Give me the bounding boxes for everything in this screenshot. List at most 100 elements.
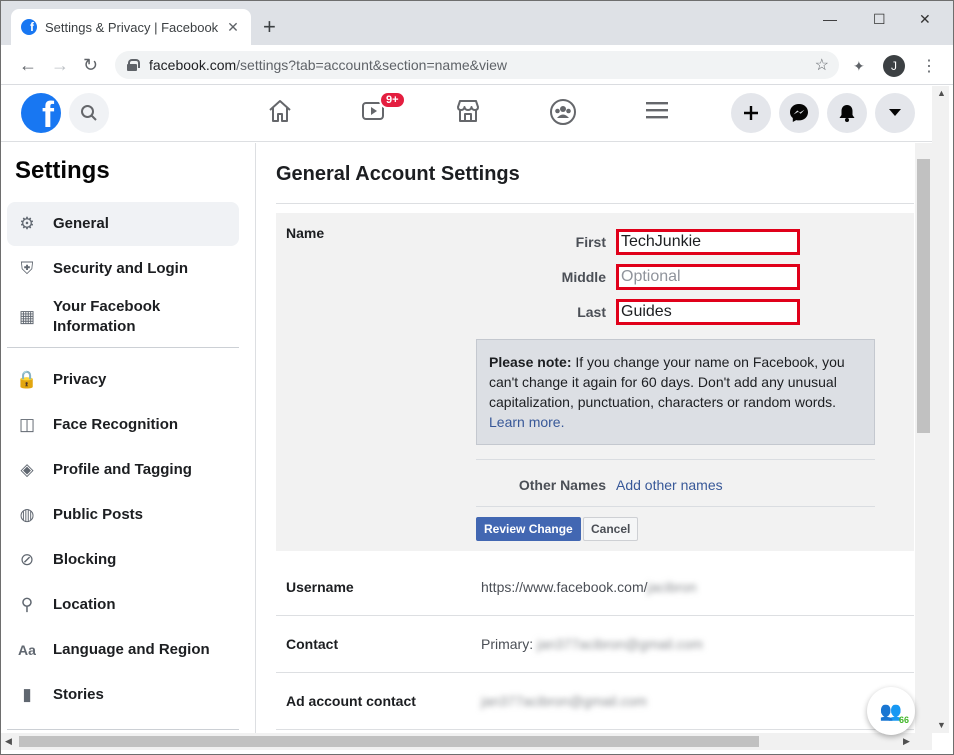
search-icon (81, 105, 97, 121)
settings-sidebar: Settings ⚙ General ⛨ Security and Login … (1, 143, 256, 733)
note-bold: Please note: (489, 354, 572, 370)
back-button[interactable]: ← (19, 55, 37, 75)
sidebar-item-stories[interactable]: ▮ Stories (7, 673, 239, 717)
sidebar-item-public-posts[interactable]: ◍ Public Posts (7, 493, 239, 537)
row-label: Ad account contact (286, 693, 416, 709)
blurred-username: jacibron (647, 579, 697, 595)
contacts-chat-button[interactable]: 👥 66 (867, 687, 915, 735)
sidebar-item-blocking[interactable]: ⊘ Blocking (7, 538, 239, 582)
caret-down-icon (889, 109, 901, 116)
globe-icon: ◍ (19, 505, 35, 524)
blurred-email: jan377acibron@gmail.com (481, 693, 647, 709)
tab-strip: f Settings & Privacy | Facebook ✕ + — ☐ … (1, 1, 953, 45)
extensions-icon[interactable]: ✦ (853, 58, 865, 75)
menu-icon[interactable] (645, 98, 669, 129)
create-button[interactable] (731, 93, 771, 133)
sidebar-item-label: Privacy (53, 371, 107, 388)
facebook-header: f 9+ (1, 86, 932, 142)
sidebar-divider (7, 347, 239, 348)
profile-avatar[interactable]: J (883, 55, 905, 77)
last-name-input[interactable]: Guides (616, 299, 800, 325)
account-button[interactable] (875, 93, 915, 133)
notifications-button[interactable] (827, 93, 867, 133)
row-value: jan377acibron@gmail.com (481, 693, 647, 709)
tab-title: Settings & Privacy | Facebook (45, 19, 219, 35)
middle-name-label: Middle (561, 269, 606, 285)
online-count: 66 (898, 715, 909, 725)
middle-name-input[interactable]: Optional (616, 264, 800, 290)
scrollbar-thumb[interactable] (19, 736, 759, 747)
section-divider (476, 459, 875, 460)
page-vertical-scrollbar[interactable]: ▲ ▼ (932, 86, 949, 733)
scroll-left-arrow-icon[interactable]: ◀ (5, 736, 12, 747)
sidebar-item-general[interactable]: ⚙ General (7, 202, 239, 246)
sidebar-item-label: Public Posts (53, 506, 144, 523)
learn-more-link[interactable]: Learn more. (489, 414, 564, 430)
maximize-button[interactable]: ☐ (873, 11, 886, 28)
row-label: Username (286, 579, 354, 595)
scroll-down-arrow-icon[interactable]: ▼ (937, 720, 946, 730)
scroll-right-arrow-icon[interactable]: ▶ (903, 736, 910, 747)
forward-button[interactable]: → (51, 55, 69, 75)
marketplace-icon[interactable] (455, 98, 481, 131)
username-url-text: https://www.facebook.com/ (481, 579, 648, 595)
scroll-up-arrow-icon[interactable]: ▲ (937, 88, 946, 98)
scrollbar-thumb[interactable] (917, 159, 930, 433)
grid-icon: ▦ (18, 307, 36, 326)
groups-icon[interactable] (549, 98, 577, 133)
sidebar-item-label: Your Facebook Information (53, 298, 161, 335)
url-text[interactable]: facebook.com/settings?tab=account&sectio… (149, 57, 507, 73)
horizontal-scrollbar[interactable]: ◀ ▶ (1, 733, 932, 750)
messenger-button[interactable] (779, 93, 819, 133)
bookmark-star-icon[interactable]: ☆ (815, 55, 829, 75)
add-other-names-link[interactable]: Add other names (616, 477, 723, 493)
watch-badge: 9+ (379, 91, 406, 109)
search-button[interactable] (69, 93, 109, 133)
row-value: https://www.facebook.com/jacibron (481, 579, 697, 595)
window-close-button[interactable]: ✕ (919, 11, 931, 28)
browser-tab[interactable]: f Settings & Privacy | Facebook ✕ (11, 9, 251, 45)
sidebar-item-profile-tagging[interactable]: ◈ Profile and Tagging (7, 448, 239, 492)
sidebar-item-security[interactable]: ⛨ Security and Login (7, 247, 239, 291)
new-tab-button[interactable]: + (263, 16, 276, 38)
name-change-note: Please note: If you change your name on … (476, 339, 875, 445)
sidebar-item-face-recognition[interactable]: ◫ Face Recognition (7, 403, 239, 447)
plus-icon (744, 106, 758, 120)
browser-menu-icon[interactable]: ⋮ (921, 56, 937, 76)
page-title: General Account Settings (276, 163, 520, 185)
face-scan-icon: ◫ (18, 415, 36, 434)
tab-close-icon[interactable]: ✕ (225, 19, 241, 36)
ad-account-contact-row[interactable]: Ad account contact jan377acibron@gmail.c… (276, 673, 914, 730)
location-pin-icon: ⚲ (20, 595, 34, 614)
reload-button[interactable]: ↻ (83, 55, 98, 75)
bell-icon (839, 105, 855, 122)
language-icon: Aa (18, 642, 36, 658)
section-divider (476, 506, 875, 507)
sidebar-item-language[interactable]: Aa Language and Region (7, 628, 239, 672)
sidebar-item-label: Face Recognition (53, 416, 179, 433)
blurred-email: jan377acibron@gmail.com (537, 636, 703, 652)
sidebar-item-label: Blocking (53, 551, 117, 568)
row-value: Primary: jan377acibron@gmail.com (481, 636, 703, 652)
messenger-icon (790, 104, 808, 122)
sidebar-item-label: Stories (53, 686, 104, 703)
name-edit-section: Name First TechJunkie Middle Optional La… (276, 213, 914, 551)
sidebar-item-your-information[interactable]: ▦ Your Facebook Information (7, 292, 239, 342)
minimize-button[interactable]: — (823, 11, 837, 27)
cancel-button[interactable]: Cancel (583, 517, 639, 541)
sidebar-item-privacy[interactable]: 🔒 Privacy (7, 358, 239, 402)
username-row[interactable]: Username https://www.facebook.com/jacibr… (276, 559, 914, 616)
address-bar[interactable]: facebook.com/settings?tab=account&sectio… (115, 51, 839, 79)
url-domain: facebook.com (149, 57, 237, 73)
lock-icon[interactable] (127, 59, 140, 71)
facebook-logo[interactable]: f (21, 93, 61, 133)
sidebar-item-location[interactable]: ⚲ Location (7, 583, 239, 627)
url-path: /settings?tab=account&section=name&view (236, 57, 508, 73)
contact-row[interactable]: Contact Primary: jan377acibron@gmail.com (276, 616, 914, 673)
first-name-input[interactable]: TechJunkie (616, 229, 800, 255)
last-name-label: Last (577, 304, 606, 320)
sidebar-item-label: Security and Login (53, 260, 189, 277)
home-icon[interactable] (267, 98, 293, 131)
review-change-button[interactable]: Review Change (476, 517, 581, 541)
main-vertical-scrollbar[interactable] (915, 143, 932, 733)
